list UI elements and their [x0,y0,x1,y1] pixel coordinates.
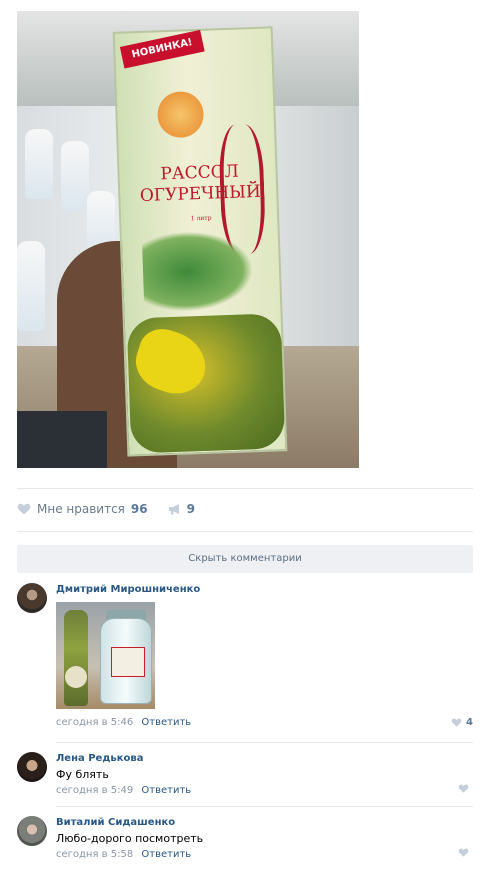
divider [17,488,473,489]
heart-icon [458,848,469,857]
like-label: Мне нравится [37,502,125,516]
comment-author[interactable]: Лена Редькова [56,752,473,765]
pickle-bottle [64,610,88,706]
comment-attachment-photo[interactable] [56,602,155,709]
product-title: РАССОЛ ОГУРЕЧНЫЙ 1 литр [123,160,277,231]
comment-like-button[interactable]: 4 [451,716,473,729]
comment: Лена Редькова Фу блять сегодня в 5:49 От… [17,752,473,802]
reply-link[interactable]: Ответить [141,849,191,860]
comment-time[interactable]: сегодня в 5:46 [56,717,133,728]
avatar[interactable] [17,583,47,613]
product-badge: НОВИНКА! [119,29,205,69]
flower-illustration [156,90,205,139]
sleeve [17,411,107,468]
like-button[interactable]: Мне нравится 96 [17,502,148,516]
comment-time[interactable]: сегодня в 5:49 [56,785,133,796]
comment-body: Дмитрий Мирошниченко сегодня в 5:46 Отве… [56,583,473,729]
comment-meta: сегодня в 5:58 Ответить [56,848,473,861]
comment: Дмитрий Мирошниченко сегодня в 5:46 Отве… [17,583,473,738]
post-actions: Мне нравится 96 9 [17,500,195,518]
comment-author[interactable]: Дмитрий Мирошниченко [56,583,473,596]
product-title-line2: ОГУРЕЧНЫЙ [139,181,262,207]
divider [56,806,473,807]
comment: Виталий Сидашенко Любо-дорого посмотреть… [17,816,473,866]
comment-body: Лена Редькова Фу блять сегодня в 5:49 От… [56,752,473,797]
share-button[interactable]: 9 [168,502,195,516]
comment-like-button[interactable] [458,784,473,793]
product-title-line1: РАССОЛ [160,161,240,185]
pickle-brine-carton: НОВИНКА! РАССОЛ ОГУРЕЧНЫЙ 1 литр [112,26,288,457]
comment-like-count: 4 [466,717,473,728]
vodka-jar [100,618,152,704]
comment-text: Любо-дорого посмотреть [56,832,204,845]
comment-text: Фу блять [56,768,109,781]
milk-bottle [61,141,89,211]
reply-link[interactable]: Ответить [141,785,191,796]
share-count: 9 [186,502,195,516]
comment-meta: сегодня в 5:49 Ответить [56,784,473,797]
avatar[interactable] [17,816,47,846]
reply-link[interactable]: Ответить [141,717,191,728]
divider [56,742,473,743]
leaves-illustration [141,229,255,313]
post-photo[interactable]: НОВИНКА! РАССОЛ ОГУРЕЧНЫЙ 1 литр [17,11,359,468]
comment-time[interactable]: сегодня в 5:58 [56,849,133,860]
milk-bottle [25,129,53,199]
comment-like-button[interactable] [458,848,473,857]
avatar[interactable] [17,752,47,782]
comment-meta: сегодня в 5:46 Ответить 4 [56,716,473,729]
hide-comments-button[interactable]: Скрыть комментарии [17,545,473,573]
comment-body: Виталий Сидашенко Любо-дорого посмотреть… [56,816,473,861]
divider [17,531,473,532]
milk-bottle [17,241,45,331]
heart-icon [458,784,469,793]
megaphone-icon [168,504,179,515]
product-volume: 1 литр [190,214,212,223]
bottle-label [65,666,87,688]
heart-icon [451,718,462,727]
jar-label [111,647,145,677]
heart-icon [17,503,31,515]
comment-author[interactable]: Виталий Сидашенко [56,816,473,829]
like-count: 96 [130,502,148,516]
